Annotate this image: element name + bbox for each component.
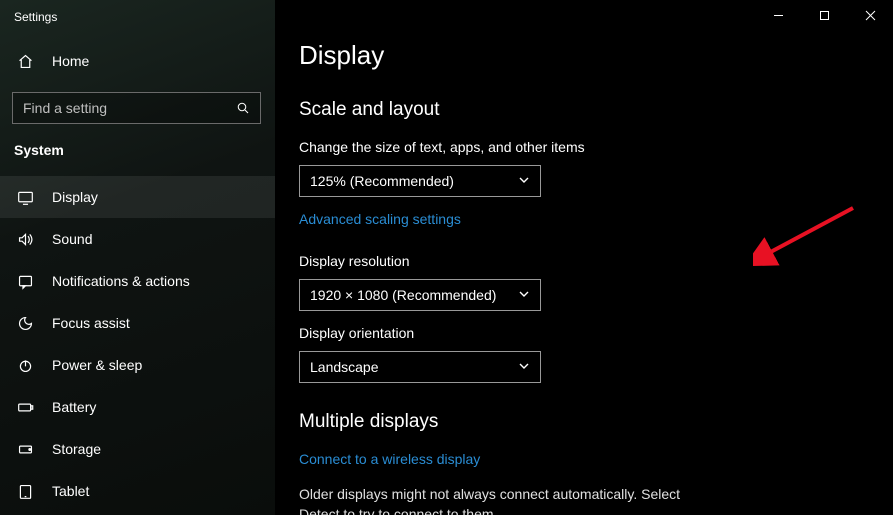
minimize-button[interactable] (755, 0, 801, 30)
notifications-icon (16, 272, 34, 290)
nav-list: Display Sound Notifications & actions Fo… (0, 176, 275, 512)
section-scale-layout: Scale and layout Change the size of text… (299, 99, 857, 383)
orientation-label: Display orientation (299, 325, 857, 341)
sidebar-item-tablet[interactable]: Tablet (0, 470, 275, 512)
sidebar-item-storage[interactable]: Storage (0, 428, 275, 470)
sidebar: Settings Home System Display Sound (0, 0, 275, 515)
sidebar-item-battery[interactable]: Battery (0, 386, 275, 428)
storage-icon (16, 440, 34, 458)
orientation-dropdown[interactable]: Landscape (299, 351, 541, 383)
window-controls (755, 0, 893, 30)
dropdown-value: 1920 × 1080 (Recommended) (310, 287, 496, 303)
close-button[interactable] (847, 0, 893, 30)
search-input[interactable] (23, 100, 234, 116)
battery-icon (16, 398, 34, 416)
chevron-down-icon (518, 287, 530, 303)
display-icon (16, 188, 34, 206)
category-header: System (0, 142, 275, 168)
home-icon (16, 52, 34, 70)
dropdown-value: 125% (Recommended) (310, 173, 454, 189)
sidebar-item-label: Notifications & actions (52, 273, 190, 289)
home-label: Home (52, 53, 89, 69)
section-multiple-displays: Multiple displays Connect to a wireless … (299, 411, 857, 515)
sidebar-item-label: Display (52, 189, 98, 205)
sound-icon (16, 230, 34, 248)
sidebar-item-power-sleep[interactable]: Power & sleep (0, 344, 275, 386)
sidebar-item-label: Storage (52, 441, 101, 457)
detect-help-text: Older displays might not always connect … (299, 485, 699, 515)
advanced-scaling-link[interactable]: Advanced scaling settings (299, 211, 461, 227)
page-title: Display (299, 40, 857, 71)
search-icon (234, 99, 252, 117)
wireless-display-link[interactable]: Connect to a wireless display (299, 451, 857, 467)
maximize-button[interactable] (801, 0, 847, 30)
app-title: Settings (0, 10, 275, 42)
sidebar-home[interactable]: Home (0, 42, 275, 80)
sidebar-item-display[interactable]: Display (0, 176, 275, 218)
dropdown-value: Landscape (310, 359, 379, 375)
main-content: Display Scale and layout Change the size… (275, 0, 893, 515)
sidebar-item-label: Sound (52, 231, 92, 247)
resolution-dropdown[interactable]: 1920 × 1080 (Recommended) (299, 279, 541, 311)
chevron-down-icon (518, 359, 530, 375)
tablet-icon (16, 482, 34, 500)
chevron-down-icon (518, 173, 530, 189)
sidebar-item-focus-assist[interactable]: Focus assist (0, 302, 275, 344)
sidebar-item-sound[interactable]: Sound (0, 218, 275, 260)
focus-assist-icon (16, 314, 34, 332)
section-heading: Multiple displays (299, 411, 857, 433)
search-box[interactable] (12, 92, 261, 124)
resolution-label: Display resolution (299, 253, 857, 269)
sidebar-item-label: Tablet (52, 483, 89, 499)
text-size-label: Change the size of text, apps, and other… (299, 139, 857, 155)
section-heading: Scale and layout (299, 99, 857, 121)
sidebar-item-label: Power & sleep (52, 357, 142, 373)
sidebar-item-label: Focus assist (52, 315, 130, 331)
sidebar-item-notifications[interactable]: Notifications & actions (0, 260, 275, 302)
sidebar-item-label: Battery (52, 399, 96, 415)
text-size-dropdown[interactable]: 125% (Recommended) (299, 165, 541, 197)
power-icon (16, 356, 34, 374)
